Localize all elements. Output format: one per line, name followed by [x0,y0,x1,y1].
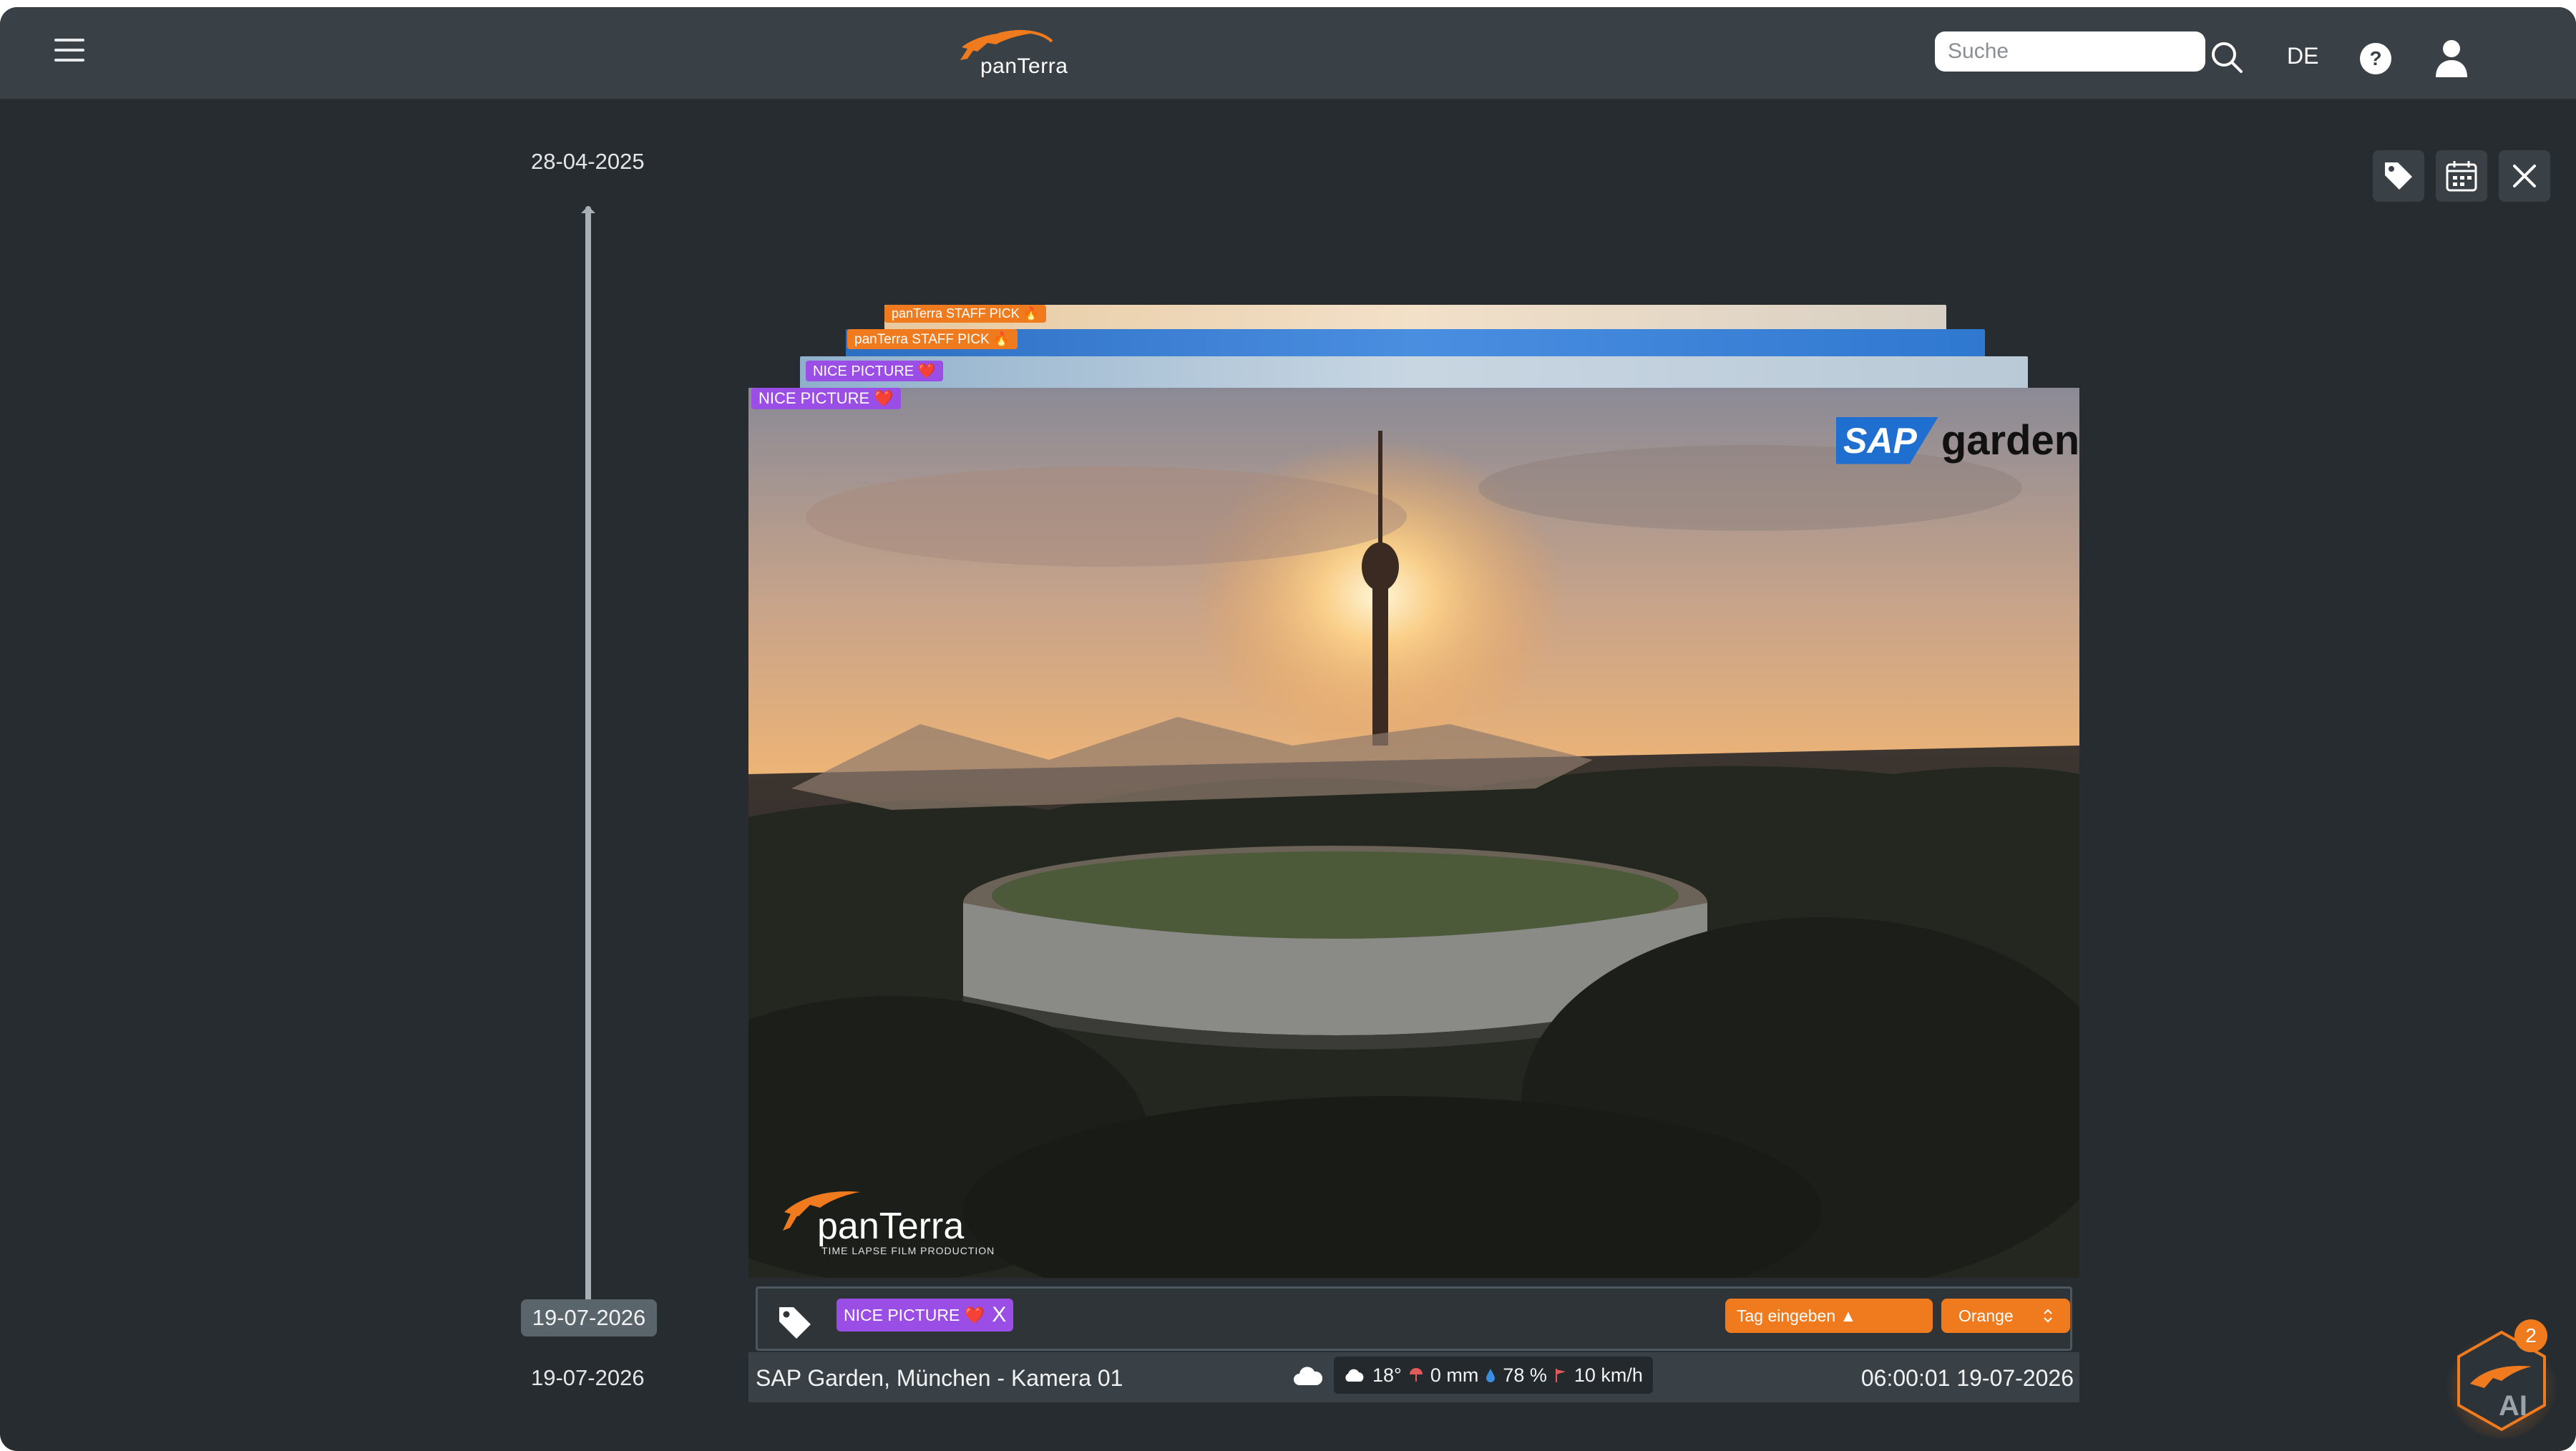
watermark-name: panTerra [817,1206,965,1247]
stacked-image-2[interactable]: NICE PICTURE ❤️ [800,356,2028,392]
tag-icon [779,1307,811,1339]
camera-name: SAP Garden, München - Kamera 01 [756,1365,1123,1391]
main-photo[interactable]: NICE PICTURE ❤️ [748,388,2079,1278]
drop-icon [1486,1369,1496,1382]
language-selector[interactable]: DE [2287,43,2318,69]
stadium-sunset-image [748,388,2079,1278]
close-icon [2513,165,2536,187]
tag-color-value: Orange [1958,1306,2014,1325]
calendar-tool-button[interactable] [2436,150,2487,202]
select-arrows-icon [2044,1309,2052,1323]
brand-name: panTerra [980,54,1068,78]
top-bar: panTerra DE ? [0,7,2576,100]
tag-chip-remove-icon[interactable]: X [992,1303,1006,1327]
tag-color-select[interactable]: Orange [1941,1299,2070,1333]
watermark-subtitle: TIME LAPSE FILM PRODUCTION [821,1245,995,1256]
ai-label: AI [2499,1390,2527,1422]
stacked-image-tag: NICE PICTURE ❤️ [806,361,943,381]
stacked-image-tag: panTerra STAFF PICK 🔥 [847,329,1018,349]
search-input[interactable] [1935,31,2205,72]
timeline-start-date: 28-04-2025 [531,149,645,174]
tag-input[interactable] [1725,1299,1933,1333]
image-timestamp: 06:00:01 19-07-2026 [1860,1365,2074,1391]
app-window: panTerra DE ? 28-04-2025 19-07-2026 19-0… [0,7,2576,1451]
sap-logo-text: SAP [1836,416,1938,464]
image-info-bar: SAP Garden, München - Kamera 01 18° 0 mm… [748,1352,2079,1402]
photo-tag: NICE PICTURE ❤️ [751,388,901,409]
user-icon[interactable] [2434,39,2469,79]
menu-icon[interactable] [54,39,84,63]
svg-text:?: ? [2369,47,2381,69]
cloud-icon [1345,1369,1364,1382]
tag-chip-label: NICE PICTURE ❤️ [844,1305,985,1324]
timeline-end-date: 19-07-2026 [531,1365,645,1390]
stacked-image-tag: panTerra STAFF PICK 🔥 [884,305,1047,323]
tag-icon [2385,162,2412,190]
umbrella-icon [1409,1368,1423,1382]
timeline-selected-date[interactable]: 19-07-2026 [521,1299,657,1337]
timeline-cap-icon [581,206,595,213]
temperature: 18° [1372,1364,1402,1386]
wind-flag-icon [1555,1369,1566,1382]
rain-amount: 0 mm [1430,1364,1479,1386]
search-icon[interactable] [2210,40,2244,74]
cloud-icon [1294,1367,1322,1385]
weather-summary: 18° 0 mm 78 % 10 km/h [1334,1357,1653,1394]
wind-speed: 10 km/h [1574,1364,1643,1386]
humidity: 78 % [1503,1364,1547,1386]
timeline-track[interactable] [585,206,591,1302]
sap-garden-logo: SAP garden [1836,416,2079,464]
close-button[interactable] [2499,150,2550,202]
tag-chip: NICE PICTURE ❤️ X [836,1299,1014,1332]
ai-notification-badge: 2 [2514,1319,2547,1352]
garden-logo-text: garden [1941,417,2080,464]
calendar-icon [2446,161,2477,192]
tag-editor: NICE PICTURE ❤️ X Orange [756,1286,2072,1351]
stacked-image-3[interactable]: panTerra STAFF PICK 🔥 [846,329,1985,358]
help-icon[interactable]: ? [2358,41,2393,76]
tag-tool-button[interactable] [2373,150,2424,202]
